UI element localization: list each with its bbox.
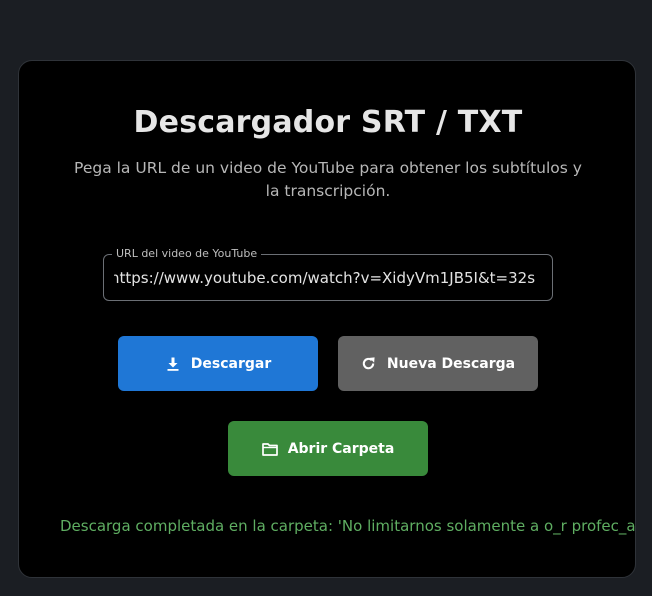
open-folder-button[interactable]: Abrir Carpeta: [228, 421, 428, 476]
download-button-label: Descargar: [190, 355, 272, 372]
url-field[interactable]: URL del video de YouTube: [103, 247, 553, 301]
new-download-button-label: Nueva Descarga: [386, 355, 516, 372]
open-folder-button-label: Abrir Carpeta: [287, 440, 395, 457]
status-message: Descarga completada en la carpeta: 'No l…: [60, 517, 636, 535]
page-subtitle: Pega la URL de un video de YouTube para …: [74, 159, 582, 200]
folder-icon: [261, 441, 278, 457]
downloader-card: Descargador SRT / TXT Pega la URL de un …: [18, 60, 636, 578]
page-title: Descargador SRT / TXT: [133, 105, 523, 140]
download-button[interactable]: Descargar: [118, 336, 318, 391]
refresh-icon: [361, 356, 377, 372]
download-icon: [165, 356, 181, 372]
url-input[interactable]: [114, 255, 542, 300]
new-download-button[interactable]: Nueva Descarga: [338, 336, 538, 391]
